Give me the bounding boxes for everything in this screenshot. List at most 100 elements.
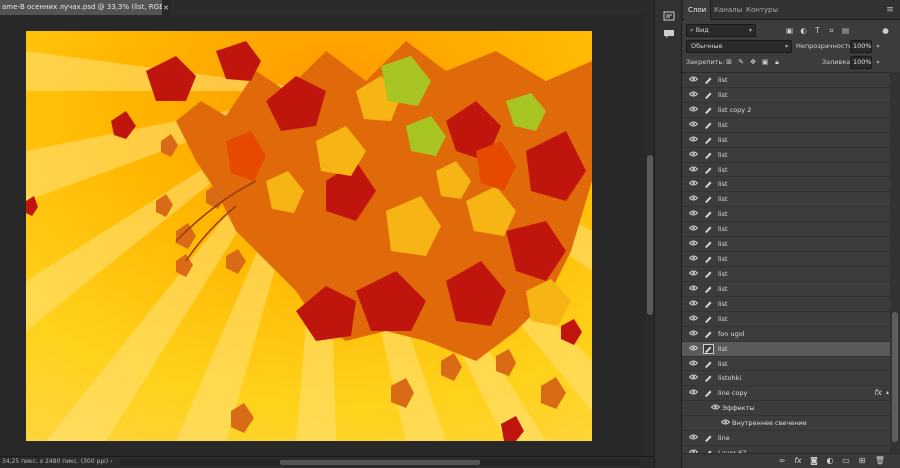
close-icon[interactable]: × xyxy=(161,0,171,15)
layer-effects-fx-icon[interactable]: fx xyxy=(874,386,882,400)
layer-row[interactable]: list xyxy=(682,147,890,163)
eye-icon[interactable] xyxy=(710,401,720,415)
layer-row[interactable]: line copy fx ▴ xyxy=(682,386,890,402)
canvas-horizontal-scrollbar[interactable] xyxy=(120,460,640,465)
eye-icon[interactable] xyxy=(688,103,698,117)
filter-type-icon[interactable]: T xyxy=(812,24,823,37)
layer-thumbnail-icon[interactable] xyxy=(703,150,714,160)
layer-effects-row[interactable]: Эффекты xyxy=(682,401,890,417)
layer-name[interactable]: list xyxy=(718,177,728,191)
layer-thumbnail-icon[interactable] xyxy=(703,165,714,175)
layer-thumbnail-icon[interactable] xyxy=(703,90,714,100)
eye-icon[interactable] xyxy=(688,163,698,177)
layers-scrollbar[interactable] xyxy=(890,72,900,453)
layer-row[interactable]: list xyxy=(682,192,890,208)
layer-row[interactable]: list xyxy=(682,162,890,178)
layer-thumbnail-icon[interactable] xyxy=(703,343,714,354)
blend-mode-select[interactable]: Обычные ▾ xyxy=(686,40,792,53)
layer-thumbnail-icon[interactable] xyxy=(703,269,714,279)
layer-name[interactable]: list xyxy=(718,192,728,206)
layer-name[interactable]: list xyxy=(718,73,728,87)
layer-thumbnail-icon[interactable] xyxy=(703,120,714,130)
layer-thumbnail-icon[interactable] xyxy=(703,75,714,85)
layer-row[interactable]: list xyxy=(682,356,890,372)
layer-name[interactable]: list xyxy=(718,267,728,281)
layer-name[interactable]: list xyxy=(718,297,728,311)
canvas-horizontal-scroll-thumb[interactable] xyxy=(280,460,480,465)
filter-smart-object-icon[interactable]: ▤ xyxy=(840,24,851,37)
eye-icon[interactable] xyxy=(688,431,698,445)
layer-effect-row[interactable]: Внутреннее свечение xyxy=(682,416,890,432)
layer-thumbnail-icon[interactable] xyxy=(703,224,714,234)
filter-kind-select[interactable]: ⌕ Вид ▾ xyxy=(686,24,756,37)
layer-thumbnail-icon[interactable] xyxy=(703,314,714,324)
layer-thumbnail-icon[interactable] xyxy=(703,254,714,264)
filter-pixel-icon[interactable]: ▣ xyxy=(784,24,795,37)
layer-name[interactable]: list xyxy=(718,163,728,177)
layer-row[interactable]: list xyxy=(682,222,890,238)
layer-name[interactable]: list xyxy=(718,222,728,236)
layer-name[interactable]: list xyxy=(718,282,728,296)
layer-thumbnail-icon[interactable] xyxy=(703,373,714,383)
layer-thumbnail-icon[interactable] xyxy=(703,359,714,369)
layer-thumbnail-icon[interactable] xyxy=(703,433,714,443)
tab-layers[interactable]: Слои xyxy=(684,0,712,20)
delete-layer-icon[interactable]: 🗑︎ xyxy=(874,455,886,467)
eye-icon[interactable] xyxy=(688,282,698,296)
layer-name[interactable]: Эффекты xyxy=(722,401,755,415)
document-tab[interactable]: ame-В осенних лучах.psd @ 33,3% (list, R… xyxy=(0,0,162,15)
layer-name[interactable]: list xyxy=(718,118,728,132)
layer-thumbnail-icon[interactable] xyxy=(703,194,714,204)
eye-icon[interactable] xyxy=(688,148,698,162)
layer-thumbnail-icon[interactable] xyxy=(703,179,714,189)
layer-row[interactable]: list copy 2 xyxy=(682,102,890,118)
lock-image-icon[interactable]: ✎ xyxy=(736,56,746,69)
tab-channels[interactable]: Каналы xyxy=(710,0,746,20)
layer-name[interactable]: list xyxy=(718,342,728,356)
layer-name[interactable]: Layer 67 xyxy=(718,446,746,453)
eye-icon[interactable] xyxy=(688,118,698,132)
layer-row[interactable]: list xyxy=(682,132,890,148)
layer-row[interactable]: list xyxy=(682,311,890,327)
layer-name[interactable]: Внутреннее свечение xyxy=(732,416,807,430)
opacity-input[interactable]: 100% xyxy=(850,40,872,53)
layer-name[interactable]: listohki xyxy=(718,371,741,385)
eye-icon[interactable] xyxy=(688,222,698,236)
layer-name[interactable]: line xyxy=(718,431,730,445)
layer-row[interactable]: fon ugol xyxy=(682,326,890,342)
layer-thumbnail-icon[interactable] xyxy=(703,135,714,145)
lock-transparent-icon[interactable]: ⊞ xyxy=(724,56,734,69)
eye-icon[interactable] xyxy=(688,371,698,385)
layer-thumbnail-icon[interactable] xyxy=(703,299,714,309)
add-mask-icon[interactable]: ◙ xyxy=(808,455,820,467)
layer-name[interactable]: list xyxy=(718,148,728,162)
layer-row[interactable]: listohki xyxy=(682,371,890,387)
layer-thumbnail-icon[interactable] xyxy=(703,329,714,339)
layer-row[interactable]: list xyxy=(682,281,890,297)
layer-thumbnail-icon[interactable] xyxy=(703,284,714,294)
layer-name[interactable]: list xyxy=(718,207,728,221)
new-layer-icon[interactable]: ⊞ xyxy=(856,455,868,467)
layer-name[interactable]: list xyxy=(718,357,728,371)
fill-input[interactable]: 100% xyxy=(850,56,872,69)
eye-icon[interactable] xyxy=(688,357,698,371)
layer-name[interactable]: list xyxy=(718,88,728,102)
layer-name[interactable]: list copy 2 xyxy=(718,103,751,117)
opacity-dropdown-icon[interactable]: ▾ xyxy=(874,40,882,53)
layer-thumbnail-icon[interactable] xyxy=(703,105,714,115)
eye-icon[interactable] xyxy=(688,177,698,191)
eye-icon[interactable] xyxy=(688,207,698,221)
eye-icon[interactable] xyxy=(688,386,698,400)
layer-name[interactable]: line copy xyxy=(718,386,747,400)
layer-thumbnail-icon[interactable] xyxy=(703,239,714,249)
panel-menu-icon[interactable]: ≡ xyxy=(884,4,896,16)
lock-artboard-icon[interactable]: ▣ xyxy=(760,56,770,69)
canvas-vertical-scrollbar[interactable] xyxy=(646,15,654,456)
layer-row[interactable]: list xyxy=(682,207,890,223)
new-adjustment-layer-icon[interactable]: ◐ xyxy=(824,455,836,467)
layer-row[interactable]: line xyxy=(682,431,890,447)
eye-icon[interactable] xyxy=(688,312,698,326)
layer-row[interactable]: list xyxy=(682,296,890,312)
fill-dropdown-icon[interactable]: ▾ xyxy=(874,56,882,69)
layer-row[interactable]: list xyxy=(682,177,890,193)
